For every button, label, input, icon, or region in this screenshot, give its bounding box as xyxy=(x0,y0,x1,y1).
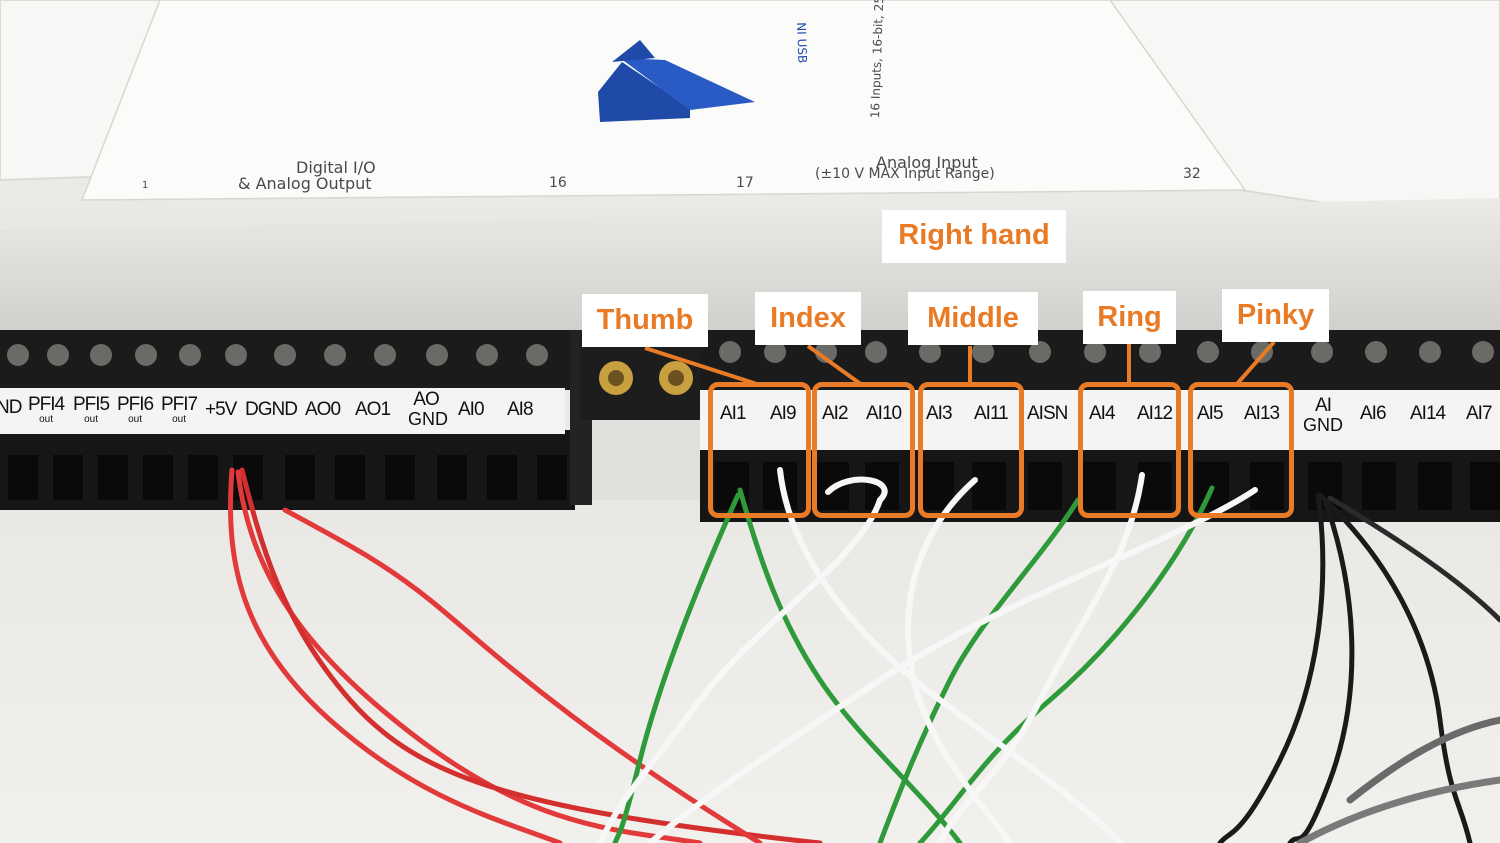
terminal-label: AI6 xyxy=(1360,403,1387,424)
desk-surface xyxy=(0,500,1500,843)
pin-17-label: 17 xyxy=(736,175,754,191)
terminal-label: AO GND xyxy=(408,389,448,429)
right-hand-callout: Right hand xyxy=(882,210,1066,263)
thumb-callout: Thumb xyxy=(582,294,708,347)
terminal-label: +5V xyxy=(205,399,237,420)
terminal-label: PFI5 out xyxy=(73,394,110,425)
pin-16-label: 16 xyxy=(549,175,567,191)
terminal-label: PFI7 out xyxy=(161,394,198,425)
pinky-callout: Pinky xyxy=(1222,289,1329,342)
model-text: NI USB xyxy=(794,22,810,64)
terminal-label: PFI4 out xyxy=(28,394,65,425)
terminal-label: AO1 xyxy=(355,399,391,420)
terminal-label: AI14 xyxy=(1410,403,1446,424)
terminal-label: PFI6 out xyxy=(117,394,154,425)
pin-1-label: 1 xyxy=(142,180,149,191)
terminal-label: AO0 xyxy=(305,399,341,420)
pinky-terminal-highlight xyxy=(1188,382,1294,518)
terminal-label: AISN xyxy=(1027,403,1068,424)
analog-input-subtitle: (±10 V MAX Input Range) xyxy=(815,166,995,182)
thumb-terminal-highlight xyxy=(708,382,811,518)
middle-terminal-highlight xyxy=(918,382,1024,518)
middle-callout: Middle xyxy=(908,292,1038,345)
index-callout: Index xyxy=(755,292,861,345)
terminal-label: ND xyxy=(0,397,22,418)
photo-scene: NI USB 16 Inputs, 16-bit, 250 k Digital … xyxy=(0,0,1500,843)
digital-io-subtitle: & Analog Output xyxy=(238,174,372,193)
terminal-label: AI7 xyxy=(1466,403,1493,424)
terminal-label: AI GND xyxy=(1303,395,1343,435)
terminal-label: DGND xyxy=(245,399,298,420)
index-terminal-highlight xyxy=(812,382,915,518)
ring-terminal-highlight xyxy=(1078,382,1181,518)
pin-32-label: 32 xyxy=(1183,166,1201,182)
terminal-label: AI0 xyxy=(458,399,485,420)
ring-callout: Ring xyxy=(1083,291,1176,344)
terminal-label: AI8 xyxy=(507,399,534,420)
